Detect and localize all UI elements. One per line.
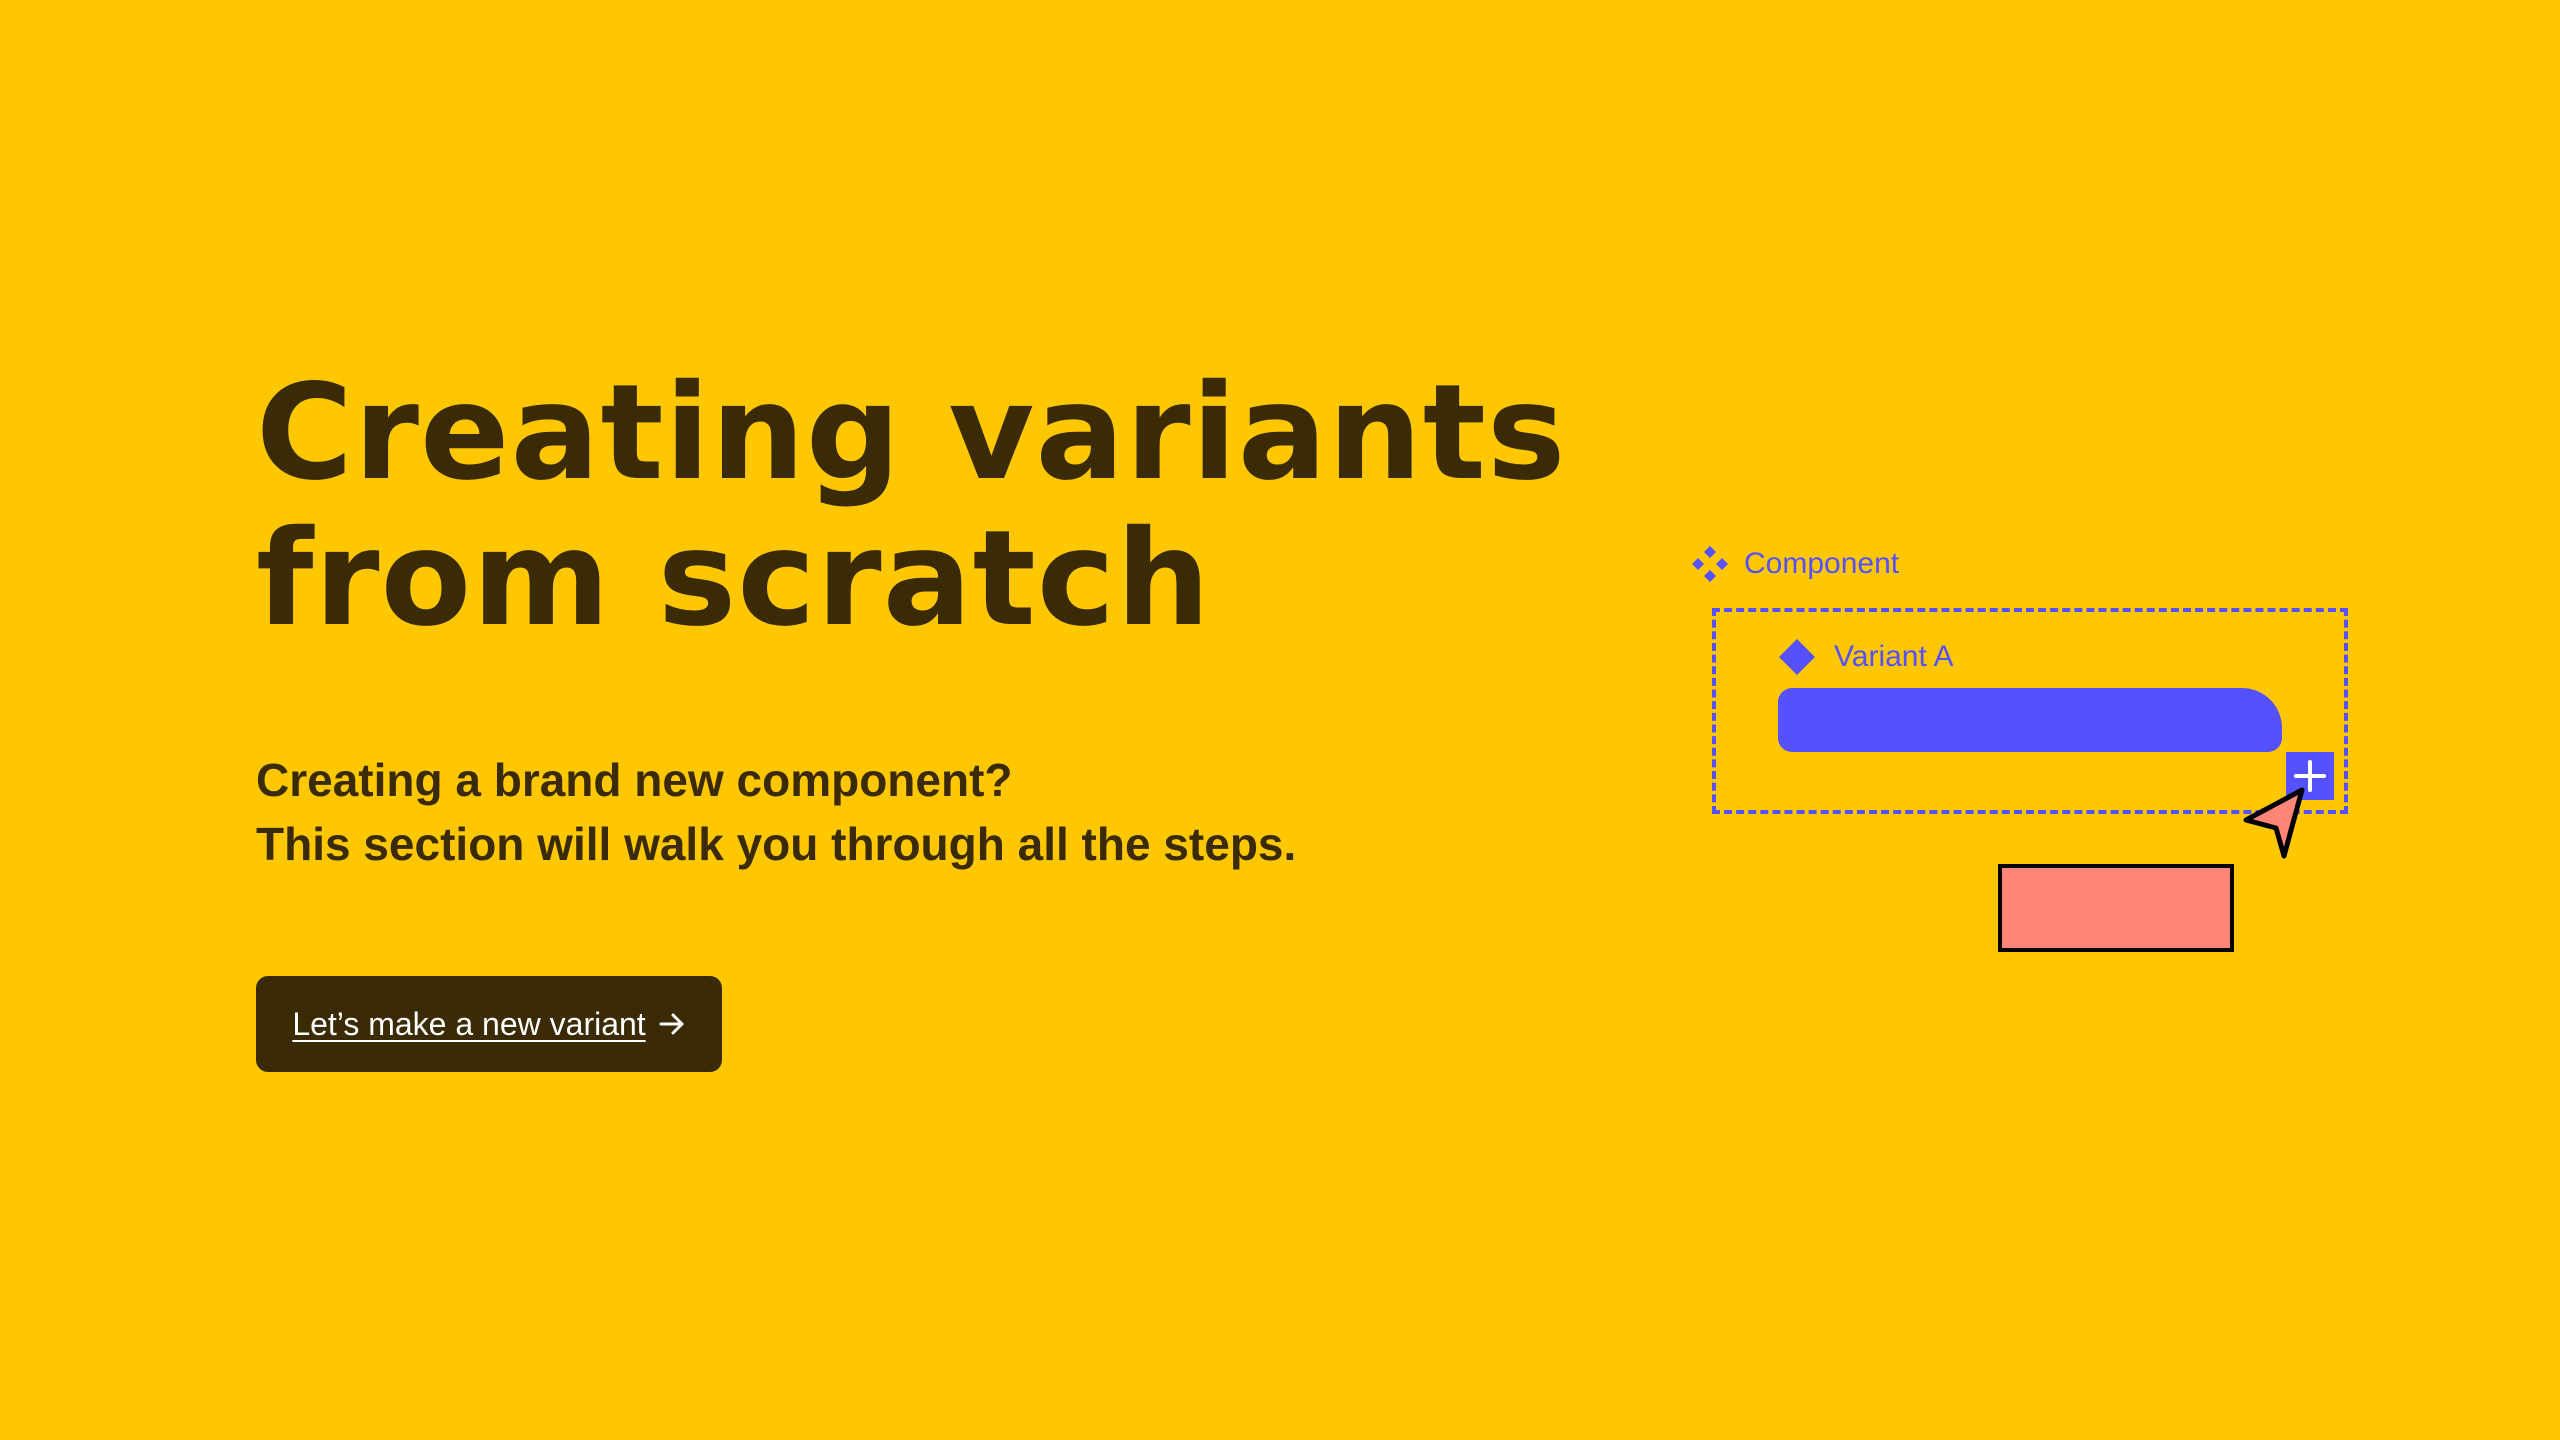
new-variant-button-label: Let’s make a new variant <box>292 1005 646 1042</box>
hero-section: Creating variants from scratch Creating … <box>256 0 1656 1440</box>
variant-label: Variant A <box>1778 638 1954 676</box>
variant-diamond-icon <box>1779 639 1815 675</box>
component-label-text: Component <box>1744 547 1900 580</box>
component-icon <box>1692 546 1728 582</box>
cursor-arrow-icon <box>2243 787 2305 859</box>
page-title: Creating variants from scratch <box>256 360 1567 652</box>
new-variant-shape <box>1998 864 2234 952</box>
title-line-2: from scratch <box>256 502 1212 656</box>
variant-label-text: Variant A <box>1834 640 1954 673</box>
component-illustration: Component Variant A <box>1690 530 2390 980</box>
component-label: Component <box>1690 544 1899 584</box>
page-subtitle: Creating a brand new component? This sec… <box>256 748 1296 876</box>
variant-a-shape <box>1778 688 2282 752</box>
subtitle-line-1: Creating a brand new component? <box>256 754 1013 806</box>
title-line-1: Creating variants <box>256 356 1567 510</box>
new-variant-button[interactable]: Let’s make a new variant <box>256 976 722 1072</box>
subtitle-line-2: This section will walk you through all t… <box>256 818 1297 870</box>
arrow-right-icon <box>659 1013 684 1035</box>
